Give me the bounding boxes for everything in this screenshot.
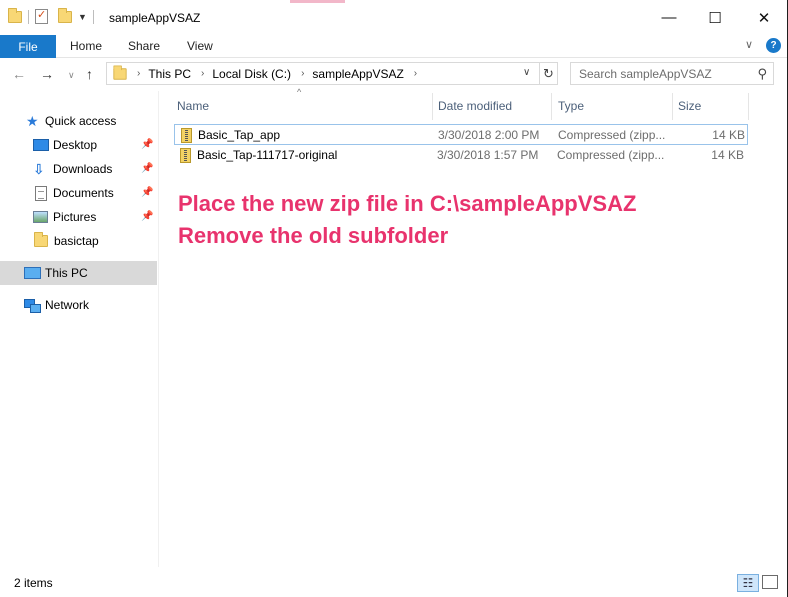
sidebar-item-basictap[interactable]: basictap: [0, 229, 157, 253]
sidebar-item-quick-access[interactable]: ★ Quick access: [0, 109, 157, 133]
file-date: 3/30/2018 2:00 PM: [438, 128, 540, 142]
refresh-icon[interactable]: ↻: [539, 63, 557, 84]
sidebar-label: Quick access: [45, 114, 117, 128]
folder-icon: [34, 232, 48, 247]
title-bar: ▼ sampleAppVSAZ — ☐ ✕: [0, 0, 787, 35]
instruction-annotation: Place the new zip file in C:\sampleAppVS…: [178, 188, 636, 252]
file-type: Compressed (zipp...: [558, 128, 666, 142]
recent-locations-icon[interactable]: ∨: [68, 70, 75, 81]
sidebar-label: This PC: [45, 266, 88, 280]
search-icon[interactable]: ⚲: [757, 66, 767, 82]
pin-icon[interactable]: 📌: [141, 163, 153, 174]
file-date: 3/30/2018 1:57 PM: [437, 148, 539, 162]
sidebar-item-pictures[interactable]: Pictures 📌: [0, 205, 157, 229]
chevron-right-icon[interactable]: ›: [201, 68, 204, 79]
table-row[interactable]: Basic_Tap-111717-original 3/30/2018 1:57…: [174, 145, 748, 166]
file-size: 14 KB: [711, 148, 744, 162]
annotation-line-2: Remove the old subfolder: [178, 223, 449, 248]
zip-file-icon: [181, 128, 192, 143]
chevron-right-icon[interactable]: ›: [414, 68, 417, 79]
forward-arrow-icon[interactable]: →: [40, 66, 54, 82]
column-header-size[interactable]: Size: [678, 99, 701, 113]
sidebar-item-documents[interactable]: Documents 📌: [0, 181, 157, 205]
maximize-button[interactable]: ☐: [692, 0, 738, 35]
tab-view[interactable]: View: [187, 39, 213, 53]
breadcrumb-sampleappvsaz[interactable]: sampleAppVSAZ: [312, 67, 403, 81]
pictures-icon: [33, 211, 48, 223]
highlight-strip: [290, 0, 345, 3]
sidebar-label: Documents: [53, 186, 114, 200]
address-bar[interactable]: › This PC › Local Disk (C:) › sampleAppV…: [106, 62, 558, 85]
network-icon: [24, 298, 41, 313]
ribbon-tabs: File Home Share View ∨ ?: [0, 35, 787, 58]
column-divider[interactable]: [551, 93, 552, 120]
document-icon: [35, 185, 47, 201]
folder-icon: [8, 7, 22, 23]
up-arrow-icon[interactable]: ↑: [86, 66, 93, 82]
address-toolbar: ← → ∨ ↑ › This PC › Local Disk (C:) › sa…: [0, 58, 787, 91]
sidebar-item-network[interactable]: Network: [0, 293, 157, 317]
file-list: ^ Name Date modified Type Size Basic_Tap…: [159, 87, 787, 567]
toolbar-divider: [92, 9, 94, 24]
column-header-name[interactable]: Name: [177, 99, 209, 113]
window-title: sampleAppVSAZ: [109, 11, 201, 25]
tab-share[interactable]: Share: [128, 39, 160, 53]
column-divider[interactable]: [748, 93, 749, 120]
star-icon: ★: [26, 113, 39, 129]
pin-icon[interactable]: 📌: [141, 211, 153, 222]
file-name: Basic_Tap-111717-original: [197, 148, 338, 162]
file-type: Compressed (zipp...: [557, 148, 665, 162]
customize-toolbar-icon[interactable]: ▼: [78, 12, 87, 22]
sidebar-label: Pictures: [53, 210, 97, 224]
sort-ascending-icon: ^: [297, 87, 302, 97]
toolbar-divider: [28, 9, 29, 24]
back-arrow-icon[interactable]: ←: [12, 66, 26, 82]
sidebar-label: Downloads: [53, 162, 113, 176]
close-button[interactable]: ✕: [741, 0, 787, 35]
minimize-button[interactable]: —: [646, 0, 692, 35]
column-divider[interactable]: [432, 93, 433, 120]
table-row[interactable]: Basic_Tap_app 3/30/2018 2:00 PM Compress…: [174, 124, 748, 145]
sidebar-item-downloads[interactable]: ⇩ Downloads 📌: [0, 157, 157, 181]
column-header-type[interactable]: Type: [558, 99, 584, 113]
search-placeholder: Search sampleAppVSAZ: [579, 67, 712, 81]
tab-home[interactable]: Home: [70, 39, 102, 53]
properties-icon[interactable]: [35, 8, 48, 24]
search-box[interactable]: Search sampleAppVSAZ ⚲: [570, 62, 774, 85]
breadcrumb-this-pc[interactable]: This PC: [148, 67, 191, 81]
navigation-pane: ★ Quick access Desktop 📌 ⇩ Downloads 📌 D…: [0, 91, 157, 567]
sidebar-label: basictap: [54, 234, 99, 248]
sidebar-item-this-pc[interactable]: This PC: [0, 261, 157, 285]
address-dropdown-icon[interactable]: ∨: [523, 67, 530, 78]
annotation-line-1: Place the new zip file in C:\sampleAppVS…: [178, 191, 637, 216]
chevron-right-icon[interactable]: ›: [301, 68, 304, 79]
column-divider[interactable]: [672, 93, 673, 120]
file-explorer-window: ▼ sampleAppVSAZ — ☐ ✕ File Home Share Vi…: [0, 0, 788, 597]
pin-icon[interactable]: 📌: [141, 139, 153, 150]
sidebar-label: Desktop: [53, 138, 98, 152]
sidebar-label: Network: [45, 298, 90, 312]
chevron-right-icon[interactable]: ›: [137, 68, 140, 79]
column-header-date-modified[interactable]: Date modified: [438, 99, 512, 113]
file-name: Basic_Tap_app: [198, 128, 281, 142]
breadcrumb-local-disk[interactable]: Local Disk (C:): [212, 67, 291, 81]
folder-icon: [113, 64, 127, 80]
file-size: 14 KB: [712, 128, 745, 142]
sidebar-item-desktop[interactable]: Desktop 📌: [0, 133, 157, 157]
help-icon[interactable]: ?: [766, 38, 781, 53]
desktop-icon: [33, 139, 49, 151]
details-view-icon[interactable]: ☷: [737, 574, 759, 592]
quick-access-toolbar: ▼: [8, 7, 94, 24]
new-folder-icon[interactable]: [58, 7, 72, 23]
large-icons-view-icon[interactable]: [762, 575, 778, 589]
chevron-down-icon[interactable]: ∨: [745, 38, 753, 51]
download-icon: ⇩: [33, 161, 45, 177]
pin-icon[interactable]: 📌: [141, 187, 153, 198]
computer-icon: [24, 267, 41, 279]
item-count: 2 items: [14, 576, 53, 590]
status-bar: 2 items ☷: [0, 567, 787, 597]
tab-file[interactable]: File: [0, 35, 56, 58]
zip-file-icon: [180, 148, 191, 163]
